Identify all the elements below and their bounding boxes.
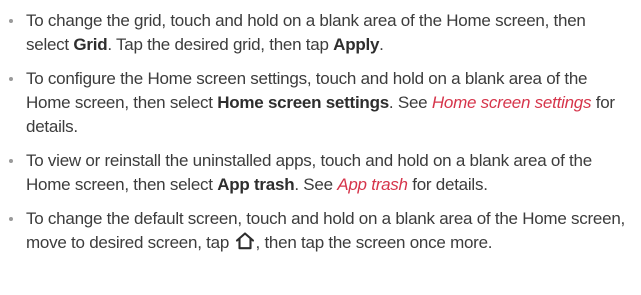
bullet-text: . See — [294, 175, 338, 194]
bullet-change-grid: To change the grid, touch and hold on a … — [7, 9, 633, 57]
menu-option-app-trash: App trash — [217, 175, 295, 194]
bullet-dot — [9, 159, 13, 163]
button-name-apply: Apply — [333, 35, 380, 54]
home-icon — [235, 232, 254, 250]
bullet-dot — [9, 217, 13, 221]
bullet-text: . — [379, 35, 384, 54]
tips-bullet-list: To change the grid, touch and hold on a … — [7, 9, 633, 255]
menu-option-home-screen-settings: Home screen settings — [217, 93, 389, 112]
bullet-text: . See — [388, 93, 432, 112]
bullet-dot — [9, 77, 13, 81]
bullet-text: for details. — [407, 175, 488, 194]
link-home-screen-settings[interactable]: Home screen settings — [432, 93, 592, 112]
bullet-dot — [9, 19, 13, 23]
bullet-text: . Tap the desired grid, then tap — [107, 35, 334, 54]
manual-page: To change the grid, touch and hold on a … — [0, 0, 641, 295]
bullet-home-screen-settings: To configure the Home screen settings, t… — [7, 67, 633, 139]
bullet-text: , then tap the screen once more. — [255, 233, 493, 252]
bullet-default-screen: To change the default screen, touch and … — [7, 207, 633, 255]
link-app-trash[interactable]: App trash — [337, 175, 408, 194]
bullet-app-trash: To view or reinstall the uninstalled app… — [7, 149, 633, 197]
menu-option-grid: Grid — [73, 35, 108, 54]
